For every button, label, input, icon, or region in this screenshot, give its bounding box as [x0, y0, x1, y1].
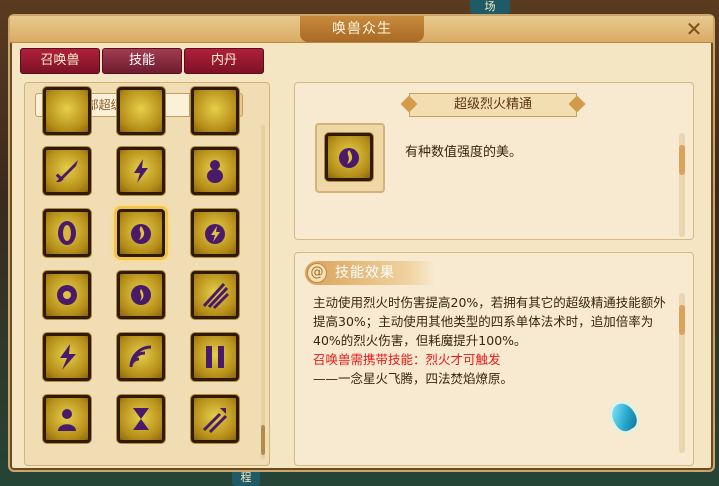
tab-summon-beast[interactable]: 召唤兽	[20, 48, 100, 74]
skill-slot-super-fire-mastery[interactable]	[117, 209, 165, 257]
skill-list-panel: 超级(全部超级技... ▼	[24, 82, 270, 466]
description-scroll-thumb[interactable]	[679, 145, 685, 175]
background-sign-bottom: 程	[232, 470, 260, 486]
effect-heading: 技能效果	[335, 265, 395, 281]
wave-icon	[129, 345, 152, 368]
gourd-icon	[207, 160, 223, 183]
close-icon: ✕	[685, 17, 703, 41]
skill-slot-lightning-swirl[interactable]	[191, 209, 239, 257]
effect-requirement: 召唤兽需携带技能：烈火才可触发	[313, 352, 501, 367]
skill-slot-gourd[interactable]	[191, 147, 239, 195]
arrows-icon	[202, 408, 228, 434]
skill-slot-arrows[interactable]	[191, 395, 239, 443]
flame-icon	[131, 285, 151, 305]
effect-paragraph: 主动使用烈火时伤害提高20%，若拥有其它的超级精通技能额外提高30%；主动使用其…	[313, 295, 666, 348]
skill-slot-glow[interactable]	[43, 87, 91, 135]
skill-slot-person[interactable]	[43, 395, 91, 443]
title-bar: 唤兽众生 ✕	[10, 16, 713, 43]
skill-slot-sword[interactable]	[43, 147, 91, 195]
selected-skill-icon	[325, 133, 373, 181]
skill-slot-gate[interactable]	[191, 333, 239, 381]
flame-icon	[57, 285, 77, 305]
skill-slot-flame[interactable]	[43, 271, 91, 319]
fire-swirl-icon	[131, 224, 151, 244]
skill-slot-lightning[interactable]	[117, 147, 165, 195]
effect-flavor-text: ——一念星火飞腾，四法焚焰燎原。	[313, 371, 514, 386]
tab-inner-core[interactable]: 内丹	[184, 48, 264, 74]
skill-list-scroll-thumb[interactable]	[261, 425, 265, 455]
skill-list-scrollbar[interactable]	[261, 125, 265, 459]
person-icon	[58, 409, 76, 431]
effect-scroll-thumb[interactable]	[679, 305, 685, 335]
shield-icon	[58, 221, 76, 245]
effect-text: 主动使用烈火时伤害提高20%，若拥有其它的超级精通技能额外提高30%；主动使用其…	[313, 293, 677, 388]
pet-skill-window: 唤兽众生 ✕ 召唤兽 技能 内丹 超级(全部超级技... ▼	[8, 14, 715, 472]
split-bolt-icon	[60, 344, 76, 370]
skill-grid	[25, 87, 257, 465]
skill-icon-frame	[315, 123, 385, 193]
skill-description: 有种数值强度的美。	[405, 145, 523, 160]
skill-slot-glow[interactable]	[191, 87, 239, 135]
description-scrollbar[interactable]	[679, 133, 685, 237]
hourglass-icon	[133, 408, 149, 430]
skill-slot-claw[interactable]	[191, 271, 239, 319]
skill-slot-wave[interactable]	[117, 333, 165, 381]
lightning-icon	[134, 159, 148, 183]
fire-swirl-icon	[339, 148, 359, 168]
close-button[interactable]: ✕	[683, 18, 705, 40]
background-sign: 场	[470, 0, 510, 14]
sword-icon	[55, 160, 78, 182]
skill-slot-hourglass[interactable]	[117, 395, 165, 443]
skill-slot-shield[interactable]	[43, 209, 91, 257]
lightning-swirl-icon	[205, 224, 225, 244]
skill-slot-glow[interactable]	[117, 87, 165, 135]
window-title: 唤兽众生	[300, 16, 424, 42]
effect-header: @ 技能效果	[305, 261, 435, 285]
claw-icon	[202, 282, 230, 310]
skill-slot-flame[interactable]	[117, 271, 165, 319]
tab-skills[interactable]: 技能	[102, 48, 182, 74]
skill-detail-panel: 超级烈火精通 有种数值强度的美。	[294, 82, 694, 240]
crystal-gem-icon	[607, 399, 641, 435]
skill-name-banner: 超级烈火精通	[409, 93, 577, 117]
gate-icon	[206, 346, 224, 368]
skill-effect-panel: @ 技能效果 主动使用烈火时伤害提高20%，若拥有其它的超级精通技能额外提高30…	[294, 252, 694, 466]
swirl-icon: @	[307, 263, 327, 283]
effect-scrollbar[interactable]	[679, 293, 685, 453]
skill-slot-split-bolt[interactable]	[43, 333, 91, 381]
